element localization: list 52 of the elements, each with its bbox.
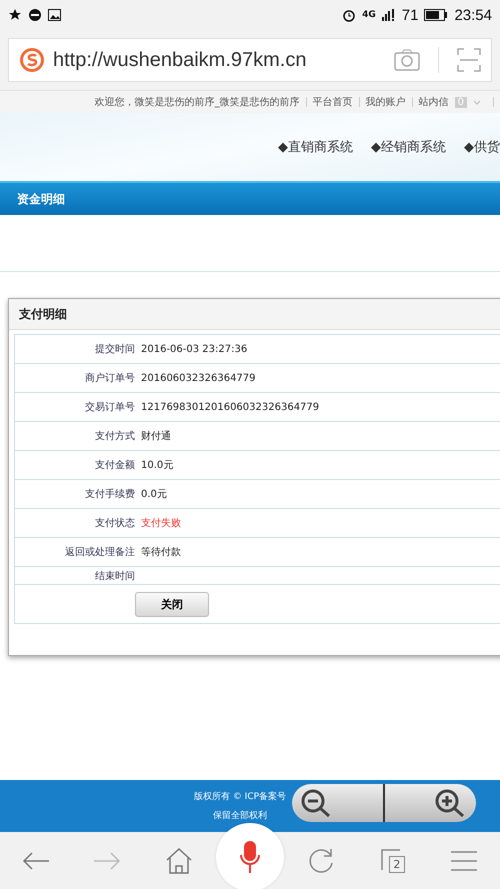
- clock: 23:54: [454, 6, 492, 24]
- tab-count: 2: [388, 856, 405, 872]
- battery-percent: 71: [402, 6, 418, 24]
- system-link[interactable]: ◆直销商系统: [278, 138, 353, 156]
- microphone-icon[interactable]: [239, 840, 261, 874]
- field-value: 10.0元: [141, 459, 174, 472]
- alarm-icon: [342, 8, 356, 22]
- page-title: 资金明细: [17, 190, 65, 208]
- field-value: 1217698301201606032326364779: [141, 402, 320, 412]
- back-icon[interactable]: [22, 850, 50, 870]
- image-icon: [48, 9, 61, 21]
- refresh-icon[interactable]: [307, 846, 336, 874]
- field-label: 支付金额: [94, 458, 136, 472]
- star-icon: [8, 8, 22, 22]
- field-label: 商户订单号: [84, 372, 136, 385]
- nav-link[interactable]: 站内信: [418, 95, 449, 109]
- dialog-title: 支付明细: [19, 306, 67, 322]
- address-bar[interactable]: http://wushenbaikm.97km.cn: [8, 38, 492, 82]
- battery-icon: [424, 9, 448, 21]
- field-label: 返回或处理备注: [64, 546, 136, 559]
- field-label: 支付手续费: [84, 488, 136, 501]
- chevron-down-icon: [473, 100, 481, 104]
- system-link[interactable]: ◆供货: [464, 138, 500, 156]
- field-value: 财付通: [141, 430, 171, 443]
- field-value: 201606032326364779: [141, 372, 256, 384]
- zoom-in-button[interactable]: [385, 784, 476, 822]
- footer-text: 保留全部权利: [213, 810, 267, 822]
- close-button[interactable]: 关闭: [135, 592, 209, 616]
- scan-icon[interactable]: [457, 48, 481, 72]
- field-value: 2016-06-03 23:27:36: [141, 344, 248, 354]
- field-label: 支付方式: [94, 430, 136, 443]
- field-label: 交易订单号: [84, 400, 136, 414]
- field-value: 等待付款: [141, 546, 181, 559]
- field-label: 支付状态: [94, 516, 136, 530]
- menu-icon[interactable]: [450, 850, 478, 872]
- field-value: 0.0元: [141, 488, 167, 501]
- system-link[interactable]: ◆经销商系统: [371, 138, 446, 156]
- nav-link[interactable]: 我的账户: [366, 95, 406, 109]
- camera-icon[interactable]: [394, 49, 420, 71]
- home-icon[interactable]: [164, 846, 193, 874]
- network-type: 4G: [362, 10, 376, 20]
- footer-text: 版权所有 © ICP备案号: [194, 790, 286, 803]
- tabs-button[interactable]: 2: [378, 846, 408, 876]
- field-label: 结束时间: [94, 570, 136, 582]
- field-label: 提交时间: [94, 342, 136, 356]
- welcome-text: 欢迎您，微笑是悲伤的前序_微笑是悲伤的前序: [94, 96, 300, 109]
- nav-link[interactable]: 平台首页: [312, 95, 353, 109]
- signal-icon: [382, 9, 396, 21]
- browser-logo-icon: [19, 47, 45, 73]
- url-text: http://wushenbaikm.97km.cn: [53, 48, 308, 72]
- zoom-out-button[interactable]: [292, 784, 385, 822]
- field-value: 支付失败: [141, 516, 181, 530]
